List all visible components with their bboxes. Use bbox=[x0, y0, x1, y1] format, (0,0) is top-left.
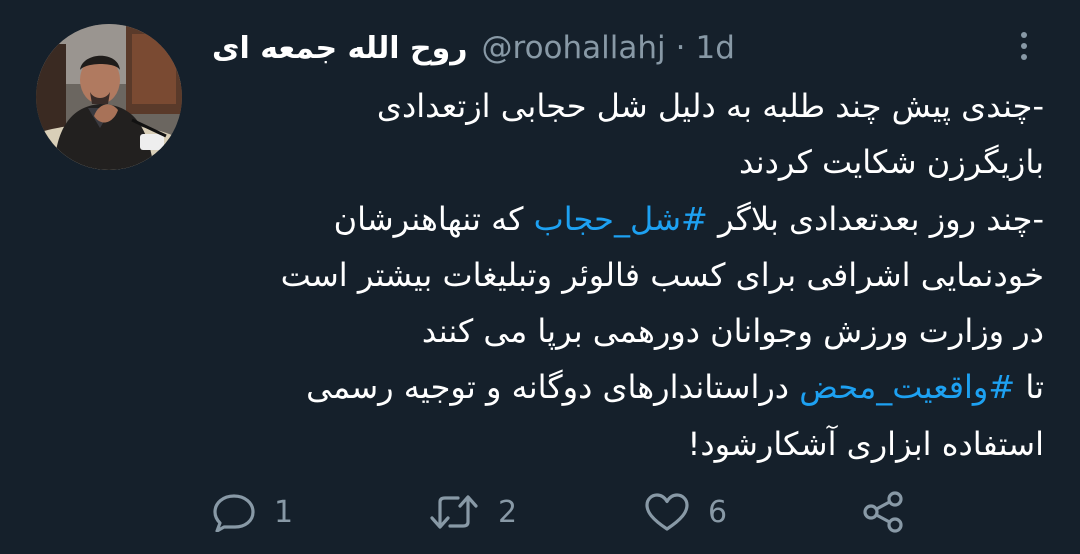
tweet-text-segment: که تنهاهنرشان bbox=[333, 199, 534, 238]
display-name[interactable]: روح الله جمعه ای bbox=[212, 31, 468, 66]
avatar[interactable] bbox=[36, 24, 182, 170]
tweet-body: -چندی پیش چند طلبه به دلیل شل حجابی ازتع… bbox=[210, 78, 1044, 472]
tweet-text-segment: دراستاندارهای دوگانه و توجیه رسمی bbox=[306, 368, 800, 407]
tweet-text-segment: بازیگرزن شکایت کردند bbox=[738, 143, 1044, 182]
share-button[interactable] bbox=[860, 484, 908, 540]
more-vertical-icon bbox=[1021, 32, 1027, 38]
tweet-body-line: -چندی پیش چند طلبه به دلیل شل حجابی ازتع… bbox=[210, 78, 1044, 134]
meta-separator: · bbox=[675, 30, 686, 66]
tweet-body-line: بازیگرزن شکایت کردند bbox=[210, 134, 1044, 190]
tweet-card[interactable]: روح الله جمعه ای @roohallahj · 1d -چندی … bbox=[0, 0, 1080, 554]
reply-icon bbox=[213, 494, 255, 532]
tweet-text-segment: خودنمایی اشرافی برای کسب فالوئر وتبلیغات… bbox=[280, 255, 1044, 294]
tweet-body-line: استفاده ابزاری آشکارشود! bbox=[210, 416, 1045, 472]
retweet-icon bbox=[430, 495, 478, 529]
tweet-text-segment: -چندی پیش چند طلبه به دلیل شل حجابی ازتع… bbox=[376, 87, 1044, 125]
like-button[interactable]: 6 bbox=[644, 484, 727, 540]
tweet-body-line: -چند روز بعدتعدادی بلاگر #شل_حجاب که تنه… bbox=[210, 191, 1044, 247]
avatar-image bbox=[36, 24, 182, 170]
tweet-actions: 1 2 6 bbox=[0, 484, 1080, 540]
more-options-button[interactable] bbox=[1004, 26, 1044, 66]
tweet-body-line: خودنمایی اشرافی برای کسب فالوئر وتبلیغات… bbox=[210, 247, 1044, 303]
tweet-meta: @roohallahj · 1d bbox=[482, 30, 735, 66]
reply-button[interactable]: 1 bbox=[212, 484, 293, 540]
tweet-body-line: تا #واقعیت_محض دراستاندارهای دوگانه و تو… bbox=[210, 359, 1044, 415]
tweet-header: روح الله جمعه ای @roohallahj · 1d bbox=[212, 26, 735, 70]
heart-icon bbox=[645, 493, 689, 531]
more-vertical-icon bbox=[1021, 43, 1027, 49]
hashtag-link[interactable]: #واقعیت_محض bbox=[799, 368, 1015, 406]
tweet-text-segment: استفاده ابزاری آشکارشود! bbox=[687, 424, 1045, 463]
tweet-text-segment: تا bbox=[1015, 368, 1044, 407]
share-icon bbox=[863, 491, 903, 533]
tweet-timestamp[interactable]: 1d bbox=[695, 30, 734, 66]
more-vertical-icon bbox=[1021, 54, 1027, 60]
user-handle[interactable]: @roohallahj bbox=[482, 30, 666, 66]
like-count: 6 bbox=[708, 494, 728, 530]
tweet-text-segment: -چند روز بعدتعدادی بلاگر bbox=[707, 199, 1044, 238]
retweet-button[interactable]: 2 bbox=[428, 484, 517, 540]
tweet-body-line: در وزارت ورزش وجوانان دورهمی برپا می کنن… bbox=[210, 303, 1044, 359]
retweet-count: 2 bbox=[498, 494, 518, 530]
reply-count: 1 bbox=[274, 494, 294, 530]
hashtag-link[interactable]: #شل_حجاب bbox=[534, 200, 708, 238]
tweet-text-segment: در وزارت ورزش وجوانان دورهمی برپا می کنن… bbox=[421, 312, 1044, 351]
